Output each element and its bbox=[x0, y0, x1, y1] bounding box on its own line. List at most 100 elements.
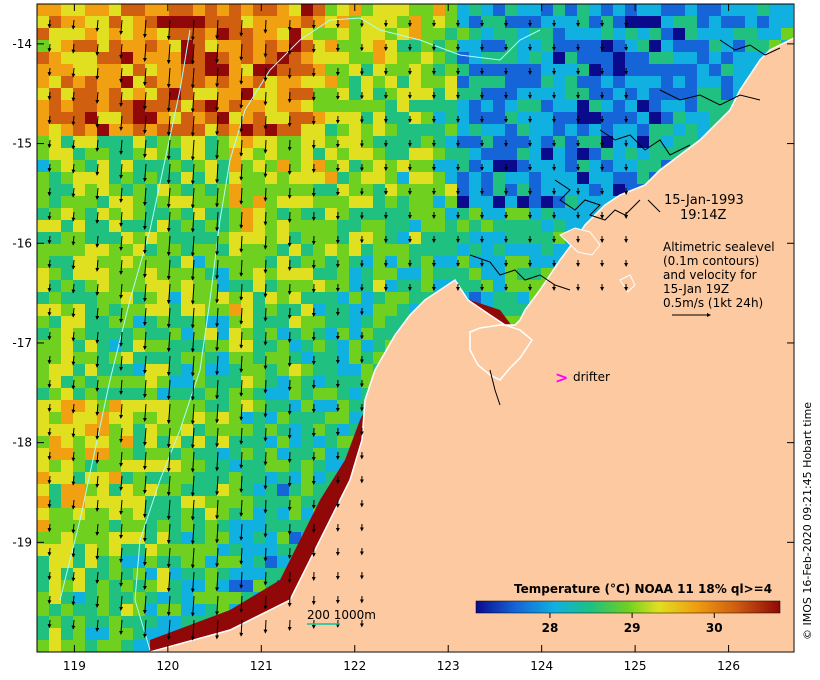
sst-cell bbox=[97, 184, 109, 196]
sst-cell bbox=[169, 580, 181, 592]
sst-cell bbox=[97, 496, 109, 508]
sst-cell bbox=[373, 160, 385, 172]
sst-cell bbox=[565, 28, 577, 40]
sst-cell bbox=[589, 112, 601, 124]
sst-cell bbox=[61, 376, 73, 388]
sst-cell bbox=[445, 244, 457, 256]
sst-cell bbox=[121, 256, 133, 268]
y-tick-label: -17 bbox=[12, 336, 32, 350]
velocity-arrow bbox=[47, 355, 52, 365]
sst-cell bbox=[505, 232, 517, 244]
sst-cell bbox=[337, 424, 349, 436]
sst-cell bbox=[349, 388, 361, 400]
sst-cell bbox=[85, 232, 97, 244]
sst-cell bbox=[673, 52, 685, 64]
sst-cell bbox=[121, 148, 133, 160]
sst-cell bbox=[61, 196, 73, 208]
sst-cell bbox=[253, 508, 265, 520]
sst-cell bbox=[217, 316, 229, 328]
sst-cell bbox=[121, 316, 133, 328]
sst-cell bbox=[313, 64, 325, 76]
sst-cell bbox=[673, 88, 685, 100]
sst-cell bbox=[241, 352, 253, 364]
sst-cell bbox=[157, 136, 169, 148]
sst-cell bbox=[373, 136, 385, 148]
sst-cell bbox=[385, 292, 397, 304]
sst-cell bbox=[673, 28, 685, 40]
sst-cell bbox=[481, 172, 493, 184]
sst-cell bbox=[109, 88, 121, 100]
sst-cell bbox=[181, 280, 193, 292]
sst-cell bbox=[517, 280, 529, 292]
sst-cell bbox=[181, 604, 193, 616]
sst-cell bbox=[73, 448, 85, 460]
sst-cell bbox=[385, 256, 397, 268]
sst-cell bbox=[445, 160, 457, 172]
sst-cell bbox=[169, 508, 181, 520]
sst-cell bbox=[205, 148, 217, 160]
sst-cell bbox=[241, 424, 253, 436]
sst-cell bbox=[97, 172, 109, 184]
sst-cell bbox=[481, 232, 493, 244]
sst-cell bbox=[577, 184, 589, 196]
sst-cell bbox=[673, 76, 685, 88]
sst-cell bbox=[409, 292, 421, 304]
sst-cell bbox=[121, 412, 133, 424]
sst-cell bbox=[469, 172, 481, 184]
sst-cell bbox=[241, 316, 253, 328]
sst-cell bbox=[133, 568, 145, 580]
sst-cell bbox=[337, 256, 349, 268]
sst-cell bbox=[241, 40, 253, 52]
sst-cell bbox=[157, 376, 169, 388]
sst-cell bbox=[277, 316, 289, 328]
sst-cell bbox=[253, 124, 265, 136]
sst-cell bbox=[421, 136, 433, 148]
sst-cell bbox=[49, 28, 61, 40]
sst-cell bbox=[97, 52, 109, 64]
sst-cell bbox=[793, 76, 794, 88]
sst-cell bbox=[181, 136, 193, 148]
sst-cell bbox=[649, 148, 661, 160]
sst-cell bbox=[793, 340, 794, 352]
velocity-arrow bbox=[47, 19, 52, 29]
sst-cell bbox=[229, 448, 241, 460]
sst-cell bbox=[241, 436, 253, 448]
sst-cell bbox=[493, 292, 505, 304]
sst-cell bbox=[85, 400, 97, 412]
sst-cell bbox=[73, 328, 85, 340]
sst-cell bbox=[649, 4, 661, 16]
sst-cell bbox=[181, 388, 193, 400]
sst-cell bbox=[181, 124, 193, 136]
sst-cell bbox=[589, 136, 601, 148]
sst-cell bbox=[97, 532, 109, 544]
sst-cell bbox=[529, 208, 541, 220]
sst-cell bbox=[217, 148, 229, 160]
sst-cell bbox=[469, 52, 481, 64]
sst-cell bbox=[457, 232, 469, 244]
sst-cell bbox=[181, 76, 193, 88]
sst-cell bbox=[205, 232, 217, 244]
velocity-arrow bbox=[263, 235, 268, 250]
sst-cell bbox=[577, 172, 589, 184]
sst-cell bbox=[49, 568, 61, 580]
sst-cell bbox=[313, 184, 325, 196]
sst-cell bbox=[517, 88, 529, 100]
sst-cell bbox=[445, 184, 457, 196]
sst-cell bbox=[349, 100, 361, 112]
sst-cell bbox=[85, 244, 97, 256]
sst-cell bbox=[193, 304, 205, 316]
sst-cell bbox=[505, 124, 517, 136]
sst-cell bbox=[313, 328, 325, 340]
sst-cell bbox=[337, 124, 349, 136]
sst-cell bbox=[181, 544, 193, 556]
sst-cell bbox=[301, 208, 313, 220]
sst-cell bbox=[253, 76, 265, 88]
sst-cell bbox=[253, 280, 265, 292]
sst-cell bbox=[85, 172, 97, 184]
sst-cell bbox=[97, 232, 109, 244]
sst-cell bbox=[445, 124, 457, 136]
sst-cell bbox=[565, 196, 577, 208]
sst-cell bbox=[313, 4, 325, 16]
sst-cell bbox=[61, 292, 73, 304]
sst-cell bbox=[217, 100, 229, 112]
